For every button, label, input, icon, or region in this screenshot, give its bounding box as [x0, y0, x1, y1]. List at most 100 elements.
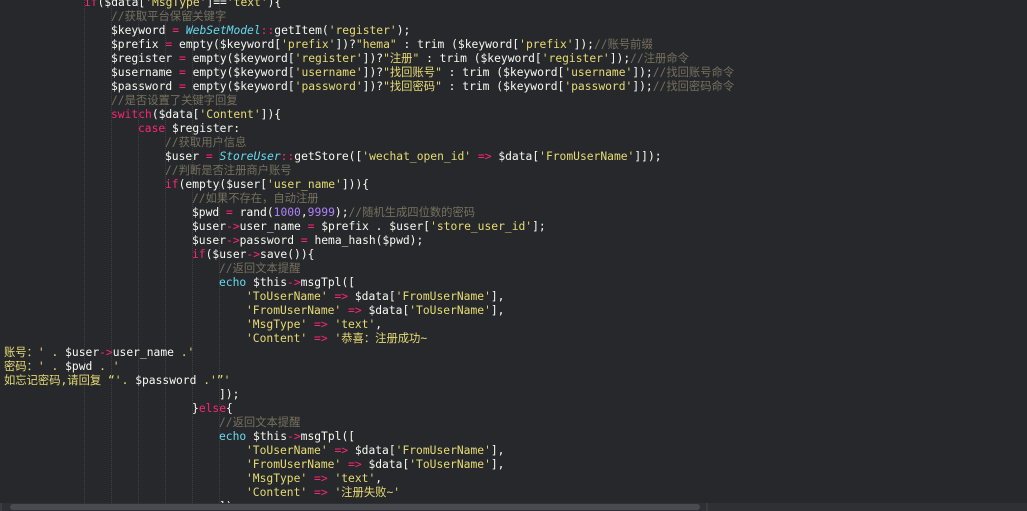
code-line: $user->password = hema_hash($pwd); [192, 234, 423, 248]
code-token: 'FromUserName' [246, 458, 342, 471]
code-token: 9999 [307, 206, 335, 219]
code-token: 'register' [541, 52, 610, 65]
code-token: msgTpl([ [300, 276, 356, 289]
code-line: case $register: [138, 122, 240, 136]
code-line: if(empty($user['user_name'])){ [165, 178, 369, 192]
code-line: //获取平台保留关键字 [111, 10, 226, 24]
code-token: user_name [239, 220, 308, 233]
code-token: 'FromUserName' [395, 444, 491, 457]
code-line: 'Content' => '恭喜：注册成功~ [246, 332, 427, 346]
code-token: $data[ [348, 290, 396, 303]
code-editor[interactable]: if($data['MsgType']=='text'){//获取平台保留关键字… [0, 0, 1027, 503]
code-token: = [179, 66, 186, 79]
code-line: 如忘记密码,请回复 “'. $password .'”' [4, 374, 230, 388]
code-token: , [375, 472, 383, 485]
code-line: 账号：' . $user->user_name .' [4, 346, 194, 360]
code-line: //返回文本提醒 [219, 416, 300, 430]
code-token: '注册失败~' [334, 486, 401, 499]
code-token: ])? [362, 66, 384, 79]
code-token: , [300, 206, 308, 219]
code-token: 'text' [334, 472, 376, 485]
code-token: $prefix [111, 38, 166, 51]
code-token: : trim ($keyword[ [441, 80, 565, 93]
code-token: echo [219, 430, 247, 443]
code-line: //获取用户信息 [165, 136, 246, 150]
code-token: -> [226, 220, 240, 233]
code-token: ], [490, 304, 505, 317]
code-line: 'ToUserName' => $data['FromUserName'], [246, 444, 504, 458]
code-token: => [334, 290, 349, 303]
code-token: = [172, 24, 180, 37]
code-token: $user [165, 150, 206, 163]
code-token: :: [280, 150, 295, 163]
code-line: 密码：' . $pwd . ' [4, 360, 120, 374]
code-token: $prefix . $user[ [314, 220, 431, 233]
code-token: empty($keyword[ [185, 80, 295, 93]
code-token: ($user [205, 248, 247, 261]
code-line: $prefix = empty($keyword['prefix'])?"hem… [111, 38, 653, 52]
code-token: 'FromUserName' [395, 290, 491, 303]
code-token: :: [260, 24, 275, 37]
code-token: hema_hash($pwd); [307, 234, 424, 247]
code-token: = [179, 52, 186, 65]
code-token: ]); [632, 66, 653, 79]
code-token: ], [490, 444, 505, 457]
code-line: $user = StoreUser::getStore(['wechat_ope… [165, 150, 662, 164]
code-token: ])? [335, 38, 356, 51]
code-token: .' [180, 346, 195, 359]
code-line: 'FromUserName' => $data['ToUserName'], [246, 304, 504, 318]
code-token: "注册" [383, 52, 420, 65]
code-token: = [226, 206, 233, 219]
indent-guide [84, 0, 85, 503]
code-token: 'register' [328, 24, 397, 37]
code-token: 'ToUserName' [409, 458, 491, 471]
code-line: //返回文本提醒 [219, 262, 300, 276]
code-line: 'MsgType' => 'text', [246, 318, 382, 332]
code-token: 'user_name' [267, 178, 342, 191]
code-token: StoreUser [219, 150, 281, 163]
code-token: 'store_user_id' [430, 220, 533, 233]
code-token: 账号：' . [4, 346, 66, 359]
code-token: getStore([ [294, 150, 363, 163]
code-line: if($user->save()){ [192, 248, 314, 262]
code-token: => [348, 304, 362, 317]
code-line: $username = empty($keyword['username'])?… [111, 66, 734, 80]
code-token: //找回密码命令 [652, 80, 735, 93]
code-token: = [179, 80, 186, 93]
code-token: 'FromUserName' [246, 304, 342, 317]
code-token: empty($keyword[ [185, 52, 295, 65]
code-token: //返回文本提醒 [219, 262, 301, 275]
code-token: : trim ($keyword[ [441, 66, 565, 79]
code-token: getItem( [274, 24, 329, 37]
code-token: => [314, 332, 328, 345]
code-token: 'password' [294, 80, 363, 93]
code-token: ]); [632, 80, 653, 93]
code-token: $user [65, 346, 100, 359]
code-line: $pwd = rand(1000,9999);//随机生成四位数的密码 [192, 206, 475, 220]
code-token: ){ [267, 0, 282, 9]
code-token: ); [396, 24, 411, 37]
code-token: ]== [206, 0, 227, 9]
code-token: $user [192, 234, 227, 247]
code-line: $keyword = WebSetModel::getItem('registe… [111, 24, 410, 38]
code-token: if [192, 248, 206, 261]
code-line: echo $this->msgTpl([ [219, 276, 355, 290]
code-token: ]); [609, 52, 631, 65]
code-token: } [192, 402, 199, 415]
code-token: //是否设置了关键字回复 [111, 94, 238, 107]
code-token: $password [111, 80, 180, 93]
code-token: //注册命令 [630, 52, 689, 65]
code-token: $data[ [348, 444, 396, 457]
code-token: 'MsgType' [246, 318, 308, 331]
code-token: 'Content' [199, 108, 261, 121]
horizontal-scrollbar[interactable] [0, 503, 1027, 511]
code-token: ])){ [341, 178, 370, 191]
code-token: => [348, 458, 362, 471]
code-token: ])? [362, 52, 384, 65]
scrollbar-thumb[interactable] [10, 504, 700, 510]
code-token: $data[ [361, 458, 410, 471]
